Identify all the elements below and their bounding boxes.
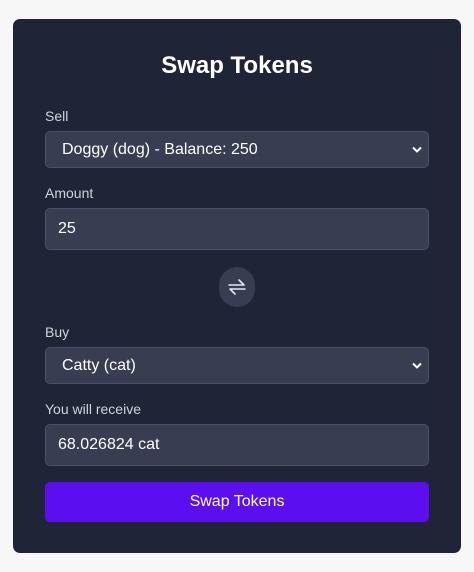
swap-direction-button[interactable]	[219, 267, 255, 307]
sell-token-select[interactable]: Doggy (dog) - Balance: 250	[45, 131, 429, 168]
chevron-down-icon	[412, 146, 422, 153]
buy-token-value: Catty (cat)	[62, 357, 136, 374]
sell-label: Sell	[45, 108, 69, 124]
swap-tokens-button[interactable]: Swap Tokens	[45, 482, 429, 522]
swap-card: Swap Tokens Sell Doggy (dog) - Balance: …	[13, 19, 461, 553]
amount-input[interactable]: 25	[45, 208, 429, 250]
buy-label: Buy	[45, 324, 70, 340]
buy-token-select[interactable]: Catty (cat)	[45, 347, 429, 384]
receive-value: 68.026824 cat	[58, 436, 160, 453]
sell-token-value: Doggy (dog) - Balance: 250	[62, 141, 258, 158]
chevron-down-icon	[412, 362, 422, 369]
receive-output-field: 68.026824 cat	[45, 424, 429, 466]
amount-value: 25	[58, 220, 76, 237]
page-title: Swap Tokens	[161, 52, 313, 79]
receive-label: You will receive	[45, 401, 141, 417]
amount-label: Amount	[45, 185, 94, 201]
swap-arrows-icon	[228, 279, 246, 295]
